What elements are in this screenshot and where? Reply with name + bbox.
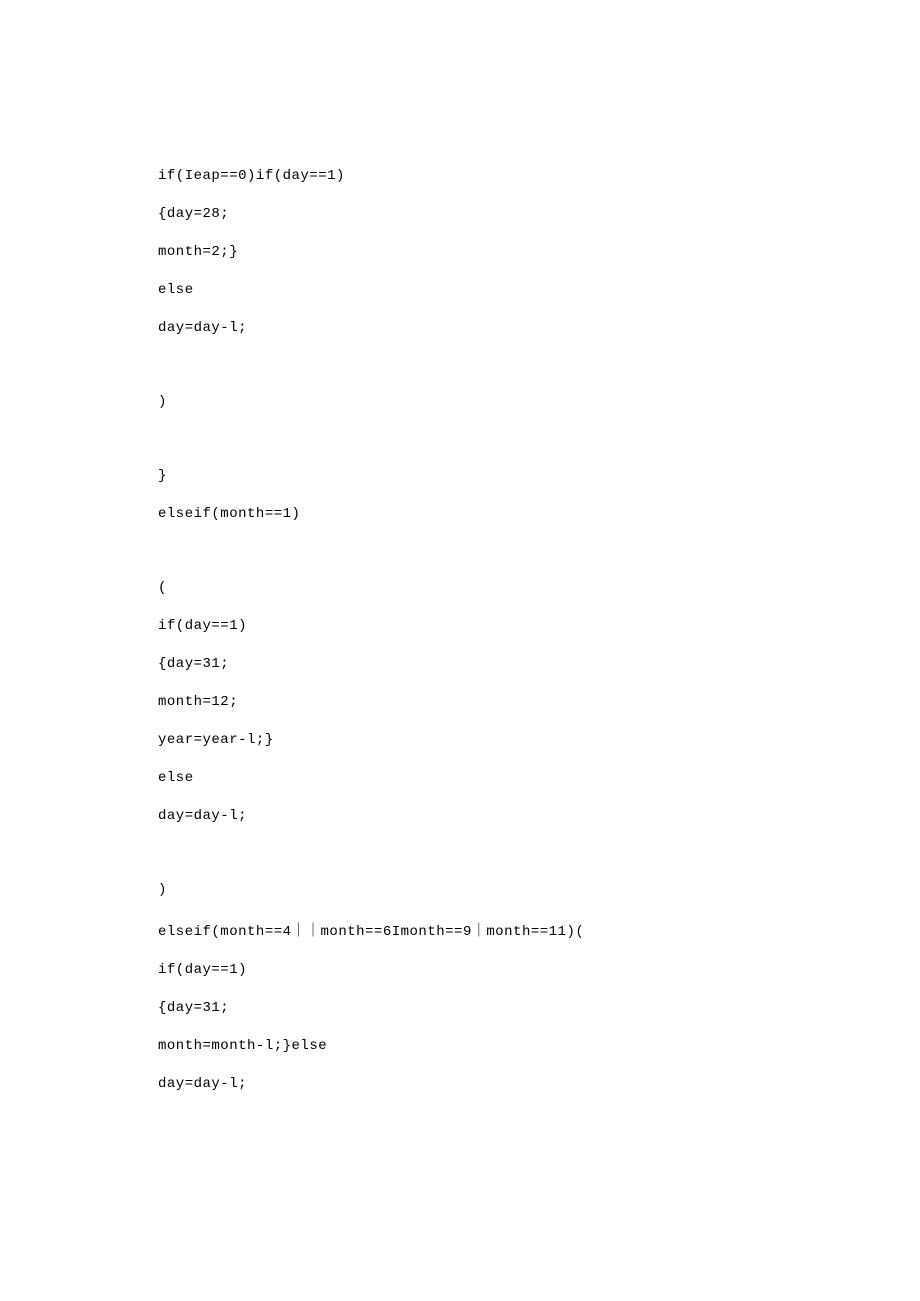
blank-line xyxy=(158,846,840,882)
code-page: if(Ieap==0)if(day==1) {day=28; month=2;}… xyxy=(0,0,920,1092)
blank-line xyxy=(158,544,840,580)
code-line: year=year-l;} xyxy=(158,732,840,748)
code-line: day=day-l; xyxy=(158,808,840,824)
code-line: if(Ieap==0)if(day==1) xyxy=(158,168,840,184)
code-line: day=day-l; xyxy=(158,320,840,336)
code-line: {day=28; xyxy=(158,206,840,222)
blank-line xyxy=(158,358,840,394)
code-line: elseif(month==4｜｜month==6Imonth==9｜month… xyxy=(158,920,840,940)
code-line: } xyxy=(158,468,840,484)
code-line: elseif(month==1) xyxy=(158,506,840,522)
code-line: month=month-l;}else xyxy=(158,1038,840,1054)
code-line: else xyxy=(158,282,840,298)
code-line: month=2;} xyxy=(158,244,840,260)
code-line: ) xyxy=(158,394,840,410)
code-line: else xyxy=(158,770,840,786)
code-line: ) xyxy=(158,882,840,898)
blank-line xyxy=(158,432,840,468)
code-line: ( xyxy=(158,580,840,596)
code-line: if(day==1) xyxy=(158,962,840,978)
code-line: month=12; xyxy=(158,694,840,710)
code-line: {day=31; xyxy=(158,1000,840,1016)
code-line: if(day==1) xyxy=(158,618,840,634)
code-line: day=day-l; xyxy=(158,1076,840,1092)
code-line: {day=31; xyxy=(158,656,840,672)
